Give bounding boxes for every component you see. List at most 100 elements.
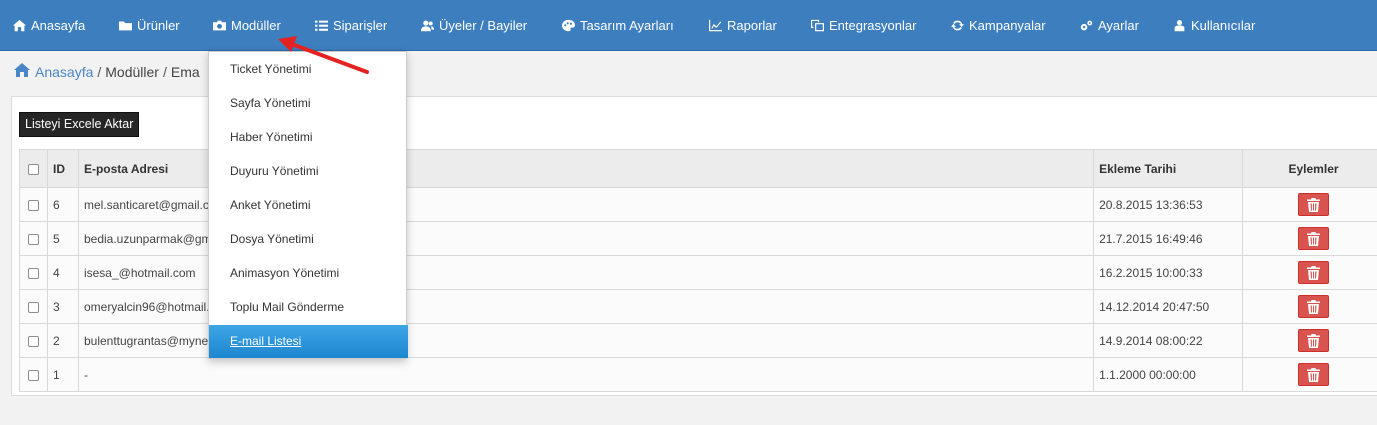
menu-item-duyuru-yonetimi[interactable]: Duyuru Yönetimi: [209, 155, 406, 188]
menu-item-anket-yonetimi[interactable]: Anket Yönetimi: [209, 189, 406, 222]
nav-item-entegrasyonlar[interactable]: Entegrasyonlar: [810, 0, 916, 51]
refresh-icon: [950, 19, 964, 33]
nav-item-tasarim-ayarlari[interactable]: Tasarım Ayarları: [561, 0, 674, 51]
top-navbar: Anasayfa Ürünler Modüller Siparişler Üye…: [0, 0, 1377, 51]
menu-item-email-listesi[interactable]: E-mail Listesi: [209, 325, 408, 358]
select-all-cell: [19, 149, 48, 188]
nav-label: Üyeler / Bayiler: [439, 18, 528, 33]
nav-item-anasayfa[interactable]: Anasayfa: [12, 0, 85, 51]
menu-item-toplu-mail-gonderme[interactable]: Toplu Mail Gönderme: [209, 291, 406, 324]
row-checkbox[interactable]: [27, 267, 39, 279]
trash-icon: [1307, 333, 1321, 348]
delete-button[interactable]: [1298, 261, 1330, 284]
cell-date: 14.12.2014 20:47:50: [1093, 289, 1244, 324]
breadcrumb-separator: /: [97, 63, 102, 80]
row-checkbox[interactable]: [27, 233, 39, 245]
nav-label: Kampanyalar: [969, 18, 1046, 33]
row-select-cell: [19, 221, 48, 256]
cell-date: 14.9.2014 08:00:22: [1093, 323, 1244, 358]
delete-button[interactable]: [1298, 295, 1330, 318]
breadcrumb: Anasayfa / Modüller / Ema: [14, 63, 200, 80]
menu-item-ticket-yonetimi[interactable]: Ticket Yönetimi: [209, 53, 406, 86]
integration-icon: [810, 19, 824, 33]
trash-icon: [1307, 367, 1321, 382]
menu-item-haber-yonetimi[interactable]: Haber Yönetimi: [209, 121, 406, 154]
breadcrumb-separator: /: [162, 63, 167, 80]
delete-button[interactable]: [1298, 363, 1330, 386]
nav-label: Entegrasyonlar: [829, 18, 917, 33]
home-icon: [12, 19, 26, 33]
folder-icon: [118, 19, 132, 33]
cell-date: 1.1.2000 00:00:00: [1093, 357, 1244, 392]
gears-icon: [1079, 19, 1093, 33]
nav-item-urunler[interactable]: Ürünler: [118, 0, 180, 51]
row-select-cell: [19, 357, 48, 392]
cell-email: -: [77, 357, 1095, 392]
breadcrumb-modules: Modüller: [105, 63, 159, 80]
cell-actions: [1242, 323, 1377, 358]
home-icon: [14, 63, 35, 80]
row-checkbox[interactable]: [27, 199, 39, 211]
cell-actions: [1242, 187, 1377, 222]
cell-date: 21.7.2015 16:49:46: [1093, 221, 1244, 256]
trash-icon: [1307, 197, 1321, 212]
cell-actions: [1242, 357, 1377, 392]
cell-actions: [1242, 255, 1377, 290]
nav-label: Modüller: [231, 18, 281, 33]
menu-item-animasyon-yonetimi[interactable]: Animasyon Yönetimi: [209, 257, 406, 290]
menu-item-dosya-yonetimi[interactable]: Dosya Yönetimi: [209, 223, 406, 256]
nav-label: Siparişler: [333, 18, 388, 33]
nav-item-ayarlar[interactable]: Ayarlar: [1079, 0, 1139, 51]
user-icon: [1172, 19, 1186, 33]
nav-label: Anasayfa: [31, 18, 86, 33]
palette-icon: [561, 19, 575, 33]
nav-label: Tasarım Ayarları: [580, 18, 674, 33]
cell-id: 2: [46, 323, 79, 358]
delete-button[interactable]: [1298, 193, 1330, 216]
export-excel-button[interactable]: Listeyi Excele Aktar: [19, 112, 140, 137]
table-row: 1 - 1.1.2000 00:00:00: [19, 357, 1377, 392]
cell-id: 1: [46, 357, 79, 392]
cell-actions: [1242, 289, 1377, 324]
delete-button[interactable]: [1298, 329, 1330, 352]
row-select-cell: [19, 255, 48, 290]
column-header-date[interactable]: Ekleme Tarihi: [1093, 149, 1244, 188]
row-select-cell: [19, 323, 48, 358]
cell-actions: [1242, 221, 1377, 256]
nav-item-siparisler[interactable]: Siparişler: [314, 0, 387, 51]
row-select-cell: [19, 289, 48, 324]
row-checkbox[interactable]: [27, 335, 39, 347]
delete-button[interactable]: [1298, 227, 1330, 250]
cell-id: 4: [46, 255, 79, 290]
nav-label: Raporlar: [727, 18, 777, 33]
breadcrumb-current: Ema: [170, 63, 200, 80]
row-checkbox[interactable]: [27, 369, 39, 381]
trash-icon: [1307, 265, 1321, 280]
cell-id: 6: [46, 187, 79, 222]
nav-item-kampanyalar[interactable]: Kampanyalar: [950, 0, 1046, 51]
nav-label: Kullanıcılar: [1191, 18, 1256, 33]
chart-icon: [708, 19, 722, 33]
menu-item-sayfa-yonetimi[interactable]: Sayfa Yönetimi: [209, 87, 406, 120]
list-icon: [314, 19, 328, 33]
users-icon: [420, 19, 434, 33]
nav-item-raporlar[interactable]: Raporlar: [708, 0, 777, 51]
trash-icon: [1307, 231, 1321, 246]
column-header-actions: Eylemler: [1242, 149, 1377, 188]
nav-label: Ayarlar: [1098, 18, 1139, 33]
trash-icon: [1307, 299, 1321, 314]
cell-date: 16.2.2015 10:00:33: [1093, 255, 1244, 290]
row-checkbox[interactable]: [27, 301, 39, 313]
nav-item-uyeler-bayiler[interactable]: Üyeler / Bayiler: [420, 0, 527, 51]
nav-label: Ürünler: [137, 18, 180, 33]
cell-id: 3: [46, 289, 79, 324]
row-select-cell: [19, 187, 48, 222]
cell-date: 20.8.2015 13:36:53: [1093, 187, 1244, 222]
module-icon: [212, 19, 226, 33]
nav-item-moduller[interactable]: Modüller: [212, 0, 281, 51]
select-all-checkbox[interactable]: [27, 163, 39, 175]
column-header-id[interactable]: ID: [46, 149, 79, 188]
breadcrumb-home-link[interactable]: Anasayfa: [35, 64, 93, 80]
nav-item-kullanicilar[interactable]: Kullanıcılar: [1172, 0, 1255, 51]
moduller-dropdown-menu: Ticket Yönetimi Sayfa Yönetimi Haber Yön…: [208, 51, 408, 359]
